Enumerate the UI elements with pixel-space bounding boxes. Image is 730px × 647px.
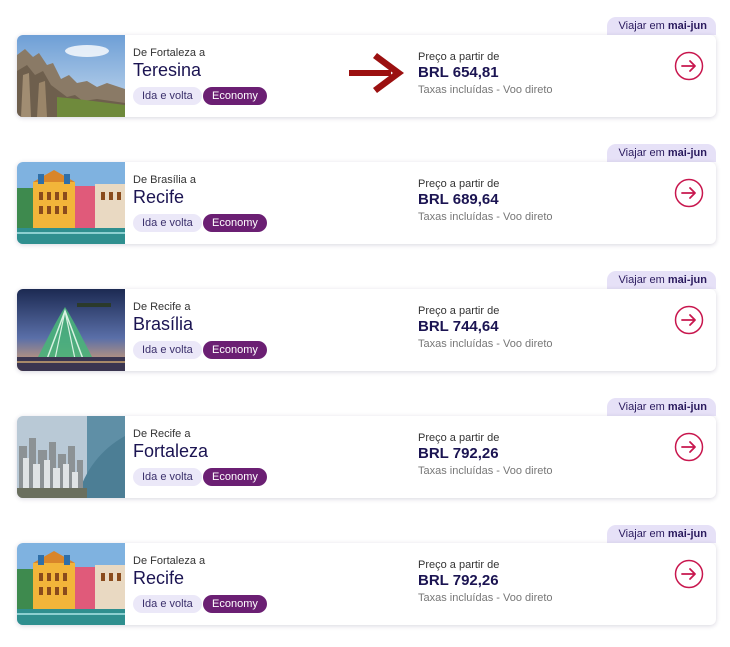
destination-title: Fortaleza	[133, 441, 209, 461]
origin-label: De Fortaleza a	[133, 555, 206, 567]
price-note: Taxas incluídas - Voo direto	[418, 465, 553, 477]
origin-label: De Recife a	[133, 301, 191, 313]
trip-type-badge: Ida e volta	[133, 214, 202, 232]
price-value: BRL 792,26	[418, 572, 499, 589]
trip-type-badge: Ida e volta	[133, 595, 202, 613]
deal-card-recife[interactable]: Viajar em mai-jun De Brasília a Recife I…	[17, 144, 716, 244]
arrow-right-circle-icon	[674, 432, 704, 462]
travel-period-tag: Viajar em mai-jun	[606, 398, 716, 416]
destination-image-cathedral	[17, 289, 125, 371]
destination-image-colorful-buildings	[17, 543, 125, 625]
travel-period-tag: Viajar em mai-jun	[606, 17, 716, 35]
price-value: BRL 689,64	[418, 191, 499, 208]
destination-image-city-skyline	[17, 416, 125, 498]
destination-image-rock-formations	[17, 35, 125, 117]
price-label: Preço a partir de	[418, 559, 500, 571]
cabin-class-badge: Economy	[203, 468, 267, 486]
arrow-right-circle-icon	[674, 559, 704, 589]
destination-title: Teresina	[133, 60, 202, 80]
deal-card-recife-2[interactable]: Viajar em mai-jun De Fortaleza a Recife …	[17, 525, 716, 625]
price-note: Taxas incluídas - Voo direto	[418, 338, 553, 350]
price-label: Preço a partir de	[418, 178, 500, 190]
travel-period-tag: Viajar em mai-jun	[606, 144, 716, 162]
price-label: Preço a partir de	[418, 51, 500, 63]
price-label: Preço a partir de	[418, 305, 500, 317]
arrow-right-circle-icon	[674, 51, 704, 81]
deal-card-fortaleza[interactable]: Viajar em mai-jun De Recife a Fortaleza …	[17, 398, 716, 498]
go-to-deal-button[interactable]	[674, 432, 704, 462]
cabin-class-badge: Economy	[203, 87, 267, 105]
destination-title: Brasília	[133, 314, 194, 334]
destination-title: Recife	[133, 187, 185, 207]
price-note: Taxas incluídas - Voo direto	[418, 211, 553, 223]
price-note: Taxas incluídas - Voo direto	[418, 592, 553, 604]
cabin-class-badge: Economy	[203, 214, 267, 232]
price-value: BRL 792,26	[418, 445, 499, 462]
deal-card-brasilia[interactable]: Viajar em mai-jun De Recife a Brasília I…	[17, 271, 716, 371]
destination-image-colorful-buildings	[17, 162, 125, 244]
cabin-class-badge: Economy	[203, 341, 267, 359]
red-arrow-right-icon	[347, 50, 407, 96]
go-to-deal-button[interactable]	[674, 559, 704, 589]
trip-type-badge: Ida e volta	[133, 468, 202, 486]
travel-period-tag: Viajar em mai-jun	[606, 271, 716, 289]
go-to-deal-button[interactable]	[674, 51, 704, 81]
deal-card-body[interactable]: De Recife a Fortaleza Ida e volta Econom…	[17, 416, 716, 498]
arrow-right-circle-icon	[674, 305, 704, 335]
arrow-right-circle-icon	[674, 178, 704, 208]
deal-card-body[interactable]: De Brasília a Recife Ida e volta Economy…	[17, 162, 716, 244]
cabin-class-badge: Economy	[203, 595, 267, 613]
price-label: Preço a partir de	[418, 432, 500, 444]
trip-type-badge: Ida e volta	[133, 87, 202, 105]
travel-period-tag: Viajar em mai-jun	[606, 525, 716, 543]
price-note: Taxas incluídas - Voo direto	[418, 84, 553, 96]
go-to-deal-button[interactable]	[674, 305, 704, 335]
trip-type-badge: Ida e volta	[133, 341, 202, 359]
deal-card-body[interactable]: De Fortaleza a Recife Ida e volta Econom…	[17, 543, 716, 625]
price-value: BRL 744,64	[418, 318, 499, 335]
price-value: BRL 654,81	[418, 64, 499, 81]
go-to-deal-button[interactable]	[674, 178, 704, 208]
origin-label: De Brasília a	[133, 174, 196, 186]
origin-label: De Fortaleza a	[133, 47, 206, 59]
origin-label: De Recife a	[133, 428, 191, 440]
destination-title: Recife	[133, 568, 185, 588]
deal-card-body[interactable]: De Recife a Brasília Ida e volta Economy…	[17, 289, 716, 371]
